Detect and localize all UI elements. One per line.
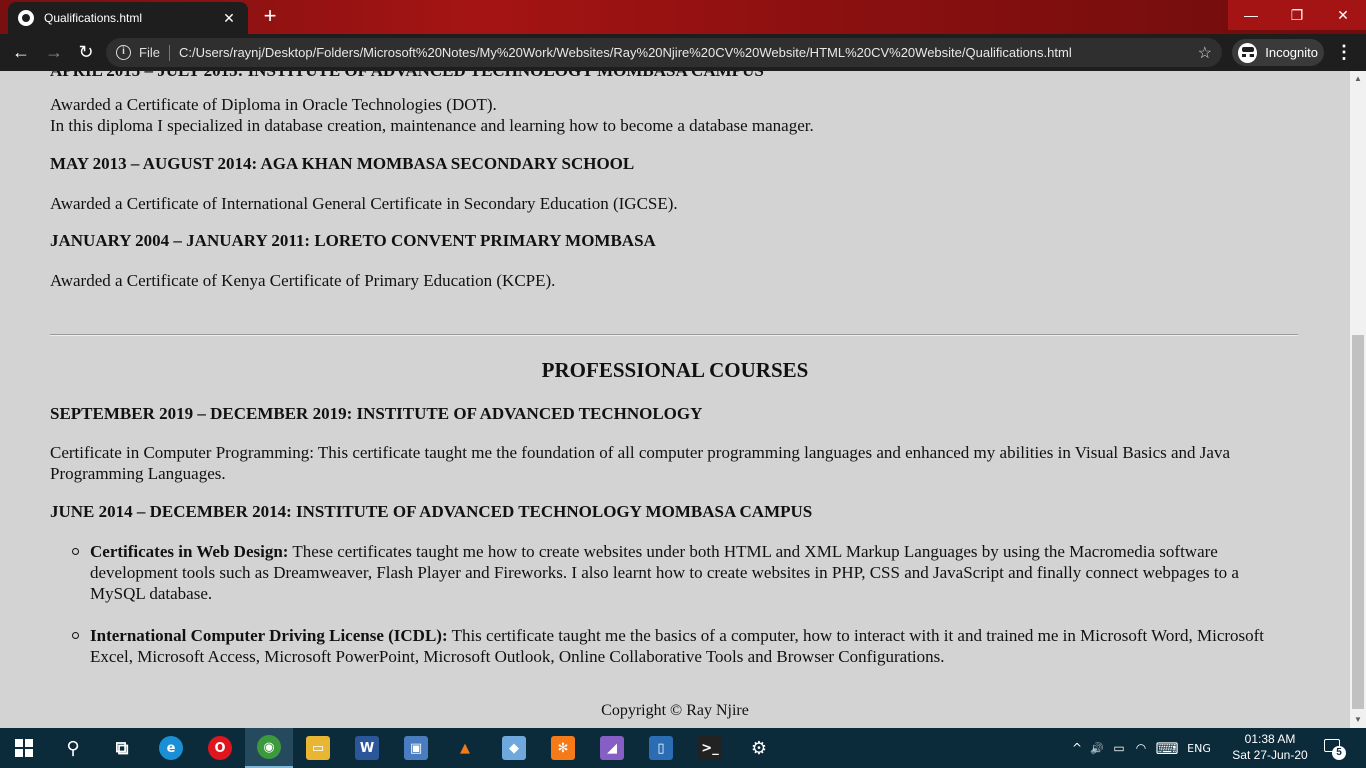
tab-close-icon[interactable]: ✕ <box>220 10 238 27</box>
education-heading-primary: JANUARY 2004 – JANUARY 2011: LORETO CONV… <box>50 231 656 250</box>
windows-taskbar: ⚲ ⧉ e O ◉ ▭ W ▣ ▲ ◆ ✻ ◢ ▯ >_ ⚙ ^ 🔊 ▭ ◠ ⌨ ENG 01:38 AM … <box>0 728 1366 768</box>
search-button[interactable]: ⚲ <box>49 728 97 768</box>
opera-icon: O <box>208 736 232 760</box>
back-arrow-icon[interactable]: ← <box>8 40 34 64</box>
bullet-bold-label: Certificates in Web Design: <box>90 542 289 561</box>
windows-logo-icon <box>12 736 36 760</box>
chrome-app[interactable]: ◉ <box>245 728 293 768</box>
scroll-up-arrow-icon[interactable]: ▲ <box>1350 71 1366 87</box>
diploma-line-1: Awarded a Certificate of Diploma in Orac… <box>50 95 497 114</box>
browser-tab[interactable]: Qualifications.html ✕ <box>8 2 248 34</box>
tab-title: Qualifications.html <box>44 11 143 25</box>
opera-app[interactable]: O <box>196 728 244 768</box>
file-explorer-app[interactable]: ▭ <box>294 728 342 768</box>
forward-arrow-icon[interactable]: → <box>41 40 67 64</box>
gear-icon: ⚙ <box>750 737 768 759</box>
site-info-icon[interactable]: i <box>116 45 131 60</box>
bullet-bold-label: International Computer Driving License (… <box>90 626 448 645</box>
diploma-description: Awarded a Certificate of Diploma in Orac… <box>50 94 1290 136</box>
window-close-button[interactable]: ✕ <box>1320 0 1366 30</box>
education-heading-secondary: MAY 2013 – AUGUST 2014: AGA KHAN MOMBASA… <box>50 154 635 173</box>
page-scrollbar[interactable]: ▲ ▼ <box>1350 71 1366 728</box>
virtualbox-app[interactable]: ◆ <box>490 728 538 768</box>
partially-scrolled-heading: APRIL 2015 – JULY 2015: INSTITUTE OF ADV… <box>50 71 764 81</box>
cube-icon: ◆ <box>502 736 526 760</box>
task-view-icon: ⧉ <box>115 737 129 759</box>
section-divider <box>50 334 1298 336</box>
clock-date: Sat 27-Jun-20 <box>1232 748 1308 762</box>
volume-icon[interactable]: 🔊 <box>1086 742 1108 755</box>
bookmark-star-icon[interactable]: ☆ <box>1198 43 1212 63</box>
settings-app[interactable]: ⚙ <box>735 728 783 768</box>
circle-bullet-icon <box>72 632 79 639</box>
professional-courses-title: PROFESSIONAL COURSES <box>541 358 809 382</box>
input-language-indicator[interactable]: ENG <box>1182 742 1216 755</box>
notification-count-badge: 5 <box>1332 746 1346 760</box>
taskbar-clock[interactable]: 01:38 AM Sat 27-Jun-20 <box>1228 731 1312 763</box>
window-minimize-button[interactable]: — <box>1228 0 1274 30</box>
vscode-app[interactable]: ▯ <box>637 728 685 768</box>
education-body-secondary: Awarded a Certificate of International G… <box>50 194 678 213</box>
network-app[interactable]: ▣ <box>392 728 440 768</box>
browser-title-bar: Qualifications.html ✕ + — ❐ ✕ <box>0 0 1366 34</box>
bracket-window-icon: ▯ <box>649 736 673 760</box>
task-view-button[interactable]: ⧉ <box>98 728 146 768</box>
incognito-indicator[interactable]: Incognito <box>1232 39 1324 66</box>
word-app[interactable]: W <box>343 728 391 768</box>
system-tray: ^ 🔊 ▭ ◠ ⌨ ENG <box>1068 728 1216 768</box>
vlc-cone-icon: ▲ <box>460 740 470 756</box>
browser-toolbar: ← → ↻ i File C:/Users/raynj/Desktop/Fold… <box>0 34 1366 71</box>
battery-icon[interactable]: ▭ <box>1108 741 1130 755</box>
wifi-icon[interactable]: ◠ <box>1130 741 1152 755</box>
list-item-web-design: Certificates in Web Design: These certif… <box>72 541 1290 604</box>
folder-icon: ▭ <box>306 736 330 760</box>
reload-icon[interactable]: ↻ <box>73 40 99 64</box>
xampp-app[interactable]: ✻ <box>539 728 587 768</box>
visual-studio-icon: ◢ <box>600 736 624 760</box>
edge-icon: e <box>159 736 183 760</box>
clock-time: 01:38 AM <box>1244 732 1296 746</box>
vlc-app[interactable]: ▲ <box>441 728 489 768</box>
terminal-icon: >_ <box>698 736 722 760</box>
terminal-app[interactable]: >_ <box>686 728 734 768</box>
edge-app[interactable]: e <box>147 728 195 768</box>
course-heading-programming: SEPTEMBER 2019 – DECEMBER 2019: INSTITUT… <box>50 404 703 423</box>
incognito-label: Incognito <box>1265 45 1318 60</box>
new-tab-button[interactable]: + <box>258 5 282 29</box>
scrollbar-thumb[interactable] <box>1352 335 1364 709</box>
start-button[interactable] <box>0 728 48 768</box>
action-center-button[interactable]: 5 <box>1320 736 1348 760</box>
browser-menu-icon[interactable]: ⋮ <box>1334 40 1354 64</box>
address-bar[interactable]: i File C:/Users/raynj/Desktop/Folders/Mi… <box>106 38 1222 67</box>
course-body-programming: Certificate in Computer Programming: Thi… <box>50 443 1231 483</box>
network-computer-icon: ▣ <box>404 736 428 760</box>
show-hidden-icons-chevron-icon[interactable]: ^ <box>1068 741 1086 755</box>
search-icon: ⚲ <box>66 737 80 759</box>
education-body-primary: Awarded a Certificate of Kenya Certifica… <box>50 271 556 290</box>
list-item-icdl: International Computer Driving License (… <box>72 625 1290 667</box>
circle-bullet-icon <box>72 548 79 555</box>
url-text[interactable]: C:/Users/raynj/Desktop/Folders/Microsoft… <box>179 45 1190 60</box>
diploma-line-2: In this diploma I specialized in databas… <box>50 116 814 135</box>
url-scheme-label: File <box>139 45 160 60</box>
page-footer: Copyright © Ray Njire <box>601 702 749 719</box>
course-heading-web-design: JUNE 2014 – DECEMBER 2014: INSTITUTE OF … <box>50 502 813 521</box>
xampp-icon: ✻ <box>551 736 575 760</box>
page-favicon-icon <box>18 10 34 26</box>
incognito-icon <box>1238 42 1258 63</box>
chrome-icon: ◉ <box>257 735 281 759</box>
page-viewport: APRIL 2015 – JULY 2015: INSTITUTE OF ADV… <box>0 71 1350 728</box>
window-restore-button[interactable]: ❐ <box>1274 0 1320 30</box>
scroll-down-arrow-icon[interactable]: ▼ <box>1350 712 1366 728</box>
visual-studio-app[interactable]: ◢ <box>588 728 636 768</box>
address-bar-divider <box>168 44 170 61</box>
word-icon: W <box>355 736 379 760</box>
touch-keyboard-icon[interactable]: ⌨ <box>1152 739 1182 758</box>
